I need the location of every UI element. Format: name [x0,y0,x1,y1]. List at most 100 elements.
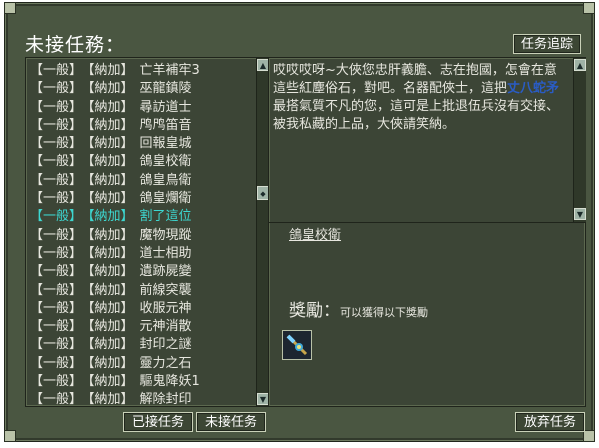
quest-name: 鴿皇爛衛 [139,191,192,207]
quest-category: 【一般】 [30,63,83,78]
quest-name: 回報皇城 [139,136,192,152]
quest-source: 【納加】 [88,337,134,353]
quest-detail-panel: 哎哎哎呀~大俠您忠肝義膽、志在抱國，怎會在意這些紅塵俗石，對吧。名器配俠士，這把… [268,57,586,407]
quest-list-item[interactable]: 【一般】 【納加】 鴿皇鳥衛 [30,172,252,190]
quest-source: 【納加】 [88,172,134,188]
quest-list-item[interactable]: 【一般】 【納加】 回報皇城 [30,135,252,153]
quest-name: 亡羊補牢3 [139,63,200,78]
quest-list: 【一般】 【納加】 亡羊補牢3 【一般】 【納加】 巫龍鎮陵 【一般】 【納加】 尋訪道士 【一般… [30,62,252,410]
quest-name: 尋訪道士 [139,99,192,115]
quest-list-item[interactable]: 【一般】 【納加】 鴿皇爛衛 [30,190,252,208]
quest-source: 【納加】 [88,355,134,371]
quest-name: 元神消散 [139,319,192,335]
scroll-down-arrow-icon[interactable]: ▼ [574,208,586,220]
quest-category: 【一般】 [30,99,83,115]
quest-name: 靈力之石 [139,355,192,371]
quest-source: 【納加】 [88,374,134,390]
quest-list-item[interactable]: 【一般】 【納加】 元神消散 [30,318,252,336]
quest-name: 遺跡屍變 [139,264,192,280]
frame-corner [4,2,16,14]
spear-icon [283,331,311,359]
quest-list-item[interactable]: 【一般】 【納加】 鸤鸤笛音 [30,117,252,135]
quest-list-item[interactable]: 【一般】 【納加】 前線突襲 [30,282,252,300]
reward-title: 獎勵： [289,301,340,321]
quest-source: 【納加】 [88,209,134,225]
quest-name: 鸤鸤笛音 [139,117,192,133]
quest-category: 【一般】 [30,209,83,225]
frame-corner [4,430,16,442]
quest-source: 【納加】 [88,245,134,261]
quest-source: 【納加】 [88,117,134,133]
quest-source: 【納加】 [88,282,134,298]
quest-list-item[interactable]: 【一般】 【納加】 封印之謎 [30,336,252,354]
quest-category: 【一般】 [30,392,83,408]
unaccepted-quests-tab[interactable]: 未接任务 [196,412,266,432]
quest-window: 未接任務： 任务追踪 【一般】 【納加】 亡羊補牢3 【一般】 【納加】 巫龍鎮陵 【一般】… [4,2,595,442]
quest-track-button[interactable]: 任务追踪 [513,34,582,54]
quest-detail-name[interactable]: 鴿皇校衛 [289,224,341,243]
description-text: 最搭氣質不凡的您，這可是上批退伍兵沒有交接、被我私藏的上品，大俠請笑納。 [273,99,560,132]
quest-source: 【納加】 [88,319,134,335]
quest-source: 【納加】 [88,227,134,243]
quest-category: 【一般】 [30,172,83,188]
window-title: 未接任務： [25,34,126,56]
item-name-highlight: 丈八蛇矛 [507,81,560,96]
quest-source: 【納加】 [88,154,134,170]
quest-category: 【一般】 [30,136,83,152]
quest-category: 【一般】 [30,154,83,170]
quest-list-item[interactable]: 【一般】 【納加】 魔物現蹤 [30,227,252,245]
quest-name: 解除封印 [139,392,192,408]
quest-list-item[interactable]: 【一般】 【納加】 巫龍鎮陵 [30,80,252,98]
quest-list-item[interactable]: 【一般】 【納加】 亡羊補牢3 [30,62,252,80]
reward-subtitle: 可以獲得以下獎勵 [340,306,428,319]
divider [269,222,585,223]
quest-name: 鴿皇鳥衛 [139,172,192,188]
quest-category: 【一般】 [30,117,83,133]
quest-name: 巫龍鎮陵 [139,81,192,97]
quest-category: 【一般】 [30,374,83,390]
quest-list-panel: 【一般】 【納加】 亡羊補牢3 【一般】 【納加】 巫龍鎮陵 【一般】 【納加】 尋訪道士 【一般… [25,57,269,407]
quest-list-item[interactable]: 【一般】 【納加】 遺跡屍變 [30,263,252,281]
quest-description: 哎哎哎呀~大俠您忠肝義膽、志在抱國，怎會在意這些紅塵俗石，對吧。名器配俠士，這把… [273,62,563,134]
description-scrollbar[interactable]: ▲ ▼ [573,58,586,222]
quest-source: 【納加】 [88,99,134,115]
quest-name: 驅鬼降妖1 [139,374,200,390]
quest-category: 【一般】 [30,81,83,97]
quest-category: 【一般】 [30,319,83,335]
quest-name: 鴿皇校衛 [139,154,192,170]
quest-category: 【一般】 [30,300,83,316]
quest-list-item[interactable]: 【一般】 【納加】 收服元神 [30,300,252,318]
quest-name: 道士相助 [139,245,192,261]
quest-name: 前線突襲 [139,282,192,298]
quest-list-item[interactable]: 【一般】 【納加】 靈力之石 [30,355,252,373]
quest-list-item[interactable]: 【一般】 【納加】 驅鬼降妖1 [30,373,252,391]
quest-source: 【納加】 [88,191,134,207]
quest-category: 【一般】 [30,355,83,371]
quest-list-item[interactable]: 【一般】 【納加】 尋訪道士 [30,99,252,117]
quest-name: 割了這位 [139,209,192,225]
abandon-quest-button[interactable]: 放弃任务 [515,412,585,432]
quest-source: 【納加】 [88,81,134,97]
quest-name: 魔物現蹤 [139,227,192,243]
quest-category: 【一般】 [30,227,83,243]
quest-category: 【一般】 [30,282,83,298]
accepted-quests-tab[interactable]: 已接任务 [123,412,193,432]
quest-category: 【一般】 [30,337,83,353]
quest-name: 封印之謎 [139,337,192,353]
quest-source: 【納加】 [88,392,134,408]
reward-item-slot[interactable] [282,330,312,360]
quest-source: 【納加】 [88,136,134,152]
scroll-up-arrow-icon[interactable]: ▲ [574,59,586,71]
quest-list-item[interactable]: 【一般】 【納加】 道士相助 [30,245,252,263]
quest-list-item[interactable]: 【一般】 【納加】 割了這位 [30,208,252,226]
quest-list-item[interactable]: 【一般】 【納加】 解除封印 [30,391,252,409]
quest-name: 收服元神 [139,300,192,316]
quest-category: 【一般】 [30,191,83,207]
quest-list-item[interactable]: 【一般】 【納加】 鴿皇校衛 [30,153,252,171]
quest-category: 【一般】 [30,245,83,261]
quest-source: 【納加】 [88,264,134,280]
quest-source: 【納加】 [88,63,134,78]
frame-corner [583,2,595,14]
reward-heading: 獎勵：可以獲得以下獎勵 [289,296,428,321]
quest-source: 【納加】 [88,300,134,316]
